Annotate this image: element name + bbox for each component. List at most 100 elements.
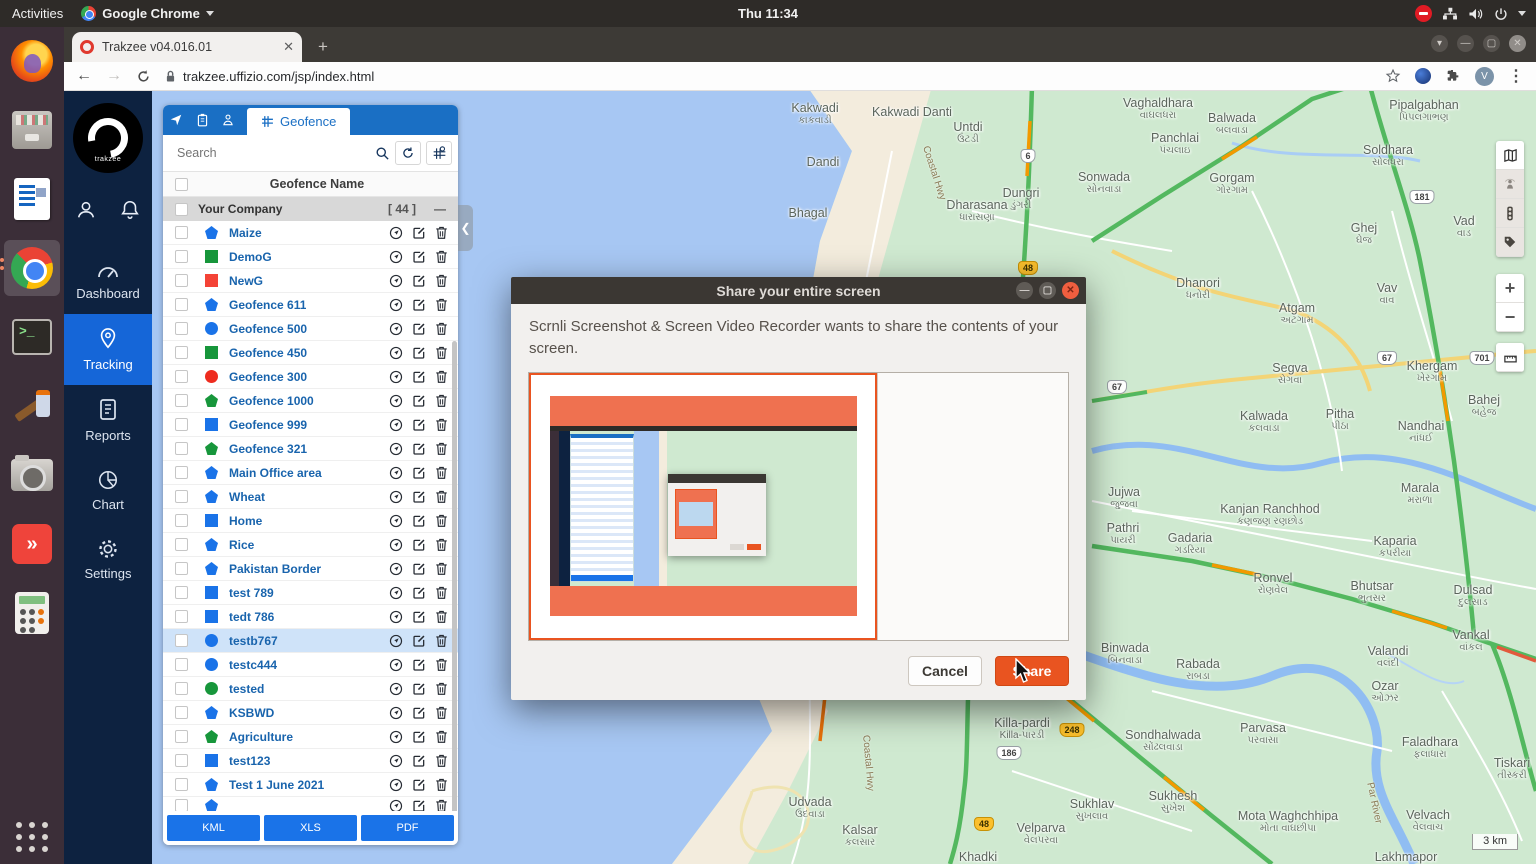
sidebar-item-reports[interactable]: Reports bbox=[64, 385, 152, 456]
delete-icon[interactable] bbox=[435, 799, 448, 812]
bookmark-star-icon[interactable] bbox=[1385, 68, 1401, 84]
extension-icon[interactable] bbox=[1415, 68, 1431, 84]
geofence-row[interactable]: tedt 786 bbox=[163, 605, 458, 629]
edit-icon[interactable] bbox=[412, 682, 426, 696]
dock-screenshot[interactable] bbox=[4, 447, 60, 503]
edit-icon[interactable] bbox=[412, 562, 426, 576]
row-checkbox[interactable] bbox=[175, 799, 188, 811]
delete-icon[interactable] bbox=[435, 586, 448, 600]
geofence-row[interactable]: Wheat bbox=[163, 485, 458, 509]
delete-icon[interactable] bbox=[435, 514, 448, 528]
delete-icon[interactable] bbox=[435, 682, 448, 696]
locate-icon[interactable] bbox=[389, 514, 403, 528]
kml-button[interactable]: KML bbox=[167, 815, 260, 841]
row-checkbox[interactable] bbox=[175, 394, 188, 407]
show-applications-icon[interactable] bbox=[15, 822, 49, 852]
locate-icon[interactable] bbox=[389, 298, 403, 312]
row-checkbox[interactable] bbox=[175, 490, 188, 503]
panel-collapse-handle[interactable]: ❮ bbox=[458, 205, 473, 251]
edit-icon[interactable] bbox=[412, 706, 426, 720]
edit-icon[interactable] bbox=[412, 730, 426, 744]
profile-avatar[interactable]: V bbox=[1475, 66, 1494, 86]
dock-file-manager[interactable] bbox=[4, 102, 60, 158]
row-checkbox[interactable] bbox=[175, 250, 188, 263]
dock-terminal[interactable]: >_ bbox=[4, 309, 60, 365]
row-checkbox[interactable] bbox=[175, 730, 188, 743]
delete-icon[interactable] bbox=[435, 538, 448, 552]
delete-icon[interactable] bbox=[435, 274, 448, 288]
screen-option-selected[interactable] bbox=[529, 372, 877, 640]
row-checkbox[interactable] bbox=[175, 514, 188, 527]
delete-icon[interactable] bbox=[435, 562, 448, 576]
user-icon[interactable] bbox=[75, 199, 97, 221]
edit-icon[interactable] bbox=[412, 610, 426, 624]
refresh-button[interactable] bbox=[395, 141, 421, 165]
dock-anydesk[interactable]: » bbox=[4, 516, 60, 572]
locate-icon[interactable] bbox=[389, 538, 403, 552]
edit-icon[interactable] bbox=[412, 634, 426, 648]
delete-icon[interactable] bbox=[435, 442, 448, 456]
delete-icon[interactable] bbox=[435, 466, 448, 480]
row-checkbox[interactable] bbox=[175, 466, 188, 479]
tab-close-icon[interactable]: ✕ bbox=[283, 39, 294, 55]
geofence-row[interactable]: Test 1 June 2021 bbox=[163, 773, 458, 797]
row-checkbox[interactable] bbox=[175, 538, 188, 551]
delete-icon[interactable] bbox=[435, 322, 448, 336]
row-checkbox[interactable] bbox=[175, 370, 188, 383]
locate-icon[interactable] bbox=[389, 274, 403, 288]
row-checkbox[interactable] bbox=[175, 322, 188, 335]
trakzee-logo[interactable]: trakzee bbox=[73, 103, 143, 173]
delete-icon[interactable] bbox=[435, 778, 448, 792]
window-menu-button[interactable]: ▾ bbox=[1431, 35, 1448, 52]
geofence-row[interactable]: DemoG bbox=[163, 245, 458, 269]
geofence-row[interactable]: Geofence 611 bbox=[163, 293, 458, 317]
dialog-maximize-button[interactable]: ▢ bbox=[1039, 282, 1056, 299]
delete-icon[interactable] bbox=[435, 730, 448, 744]
row-checkbox[interactable] bbox=[175, 586, 188, 599]
clock[interactable]: Thu 11:34 bbox=[738, 6, 798, 21]
locate-icon[interactable] bbox=[389, 250, 403, 264]
geofence-row[interactable]: Rice bbox=[163, 533, 458, 557]
activities-button[interactable]: Activities bbox=[12, 6, 63, 21]
address-bar[interactable]: trakzee.uffizio.com/jsp/index.html bbox=[165, 69, 374, 84]
geofence-row[interactable]: Geofence 450 bbox=[163, 341, 458, 365]
close-button[interactable]: ✕ bbox=[1509, 35, 1526, 52]
row-checkbox[interactable] bbox=[175, 274, 188, 287]
delete-icon[interactable] bbox=[435, 706, 448, 720]
zoom-out-button[interactable]: − bbox=[1496, 303, 1524, 332]
geofence-row[interactable]: Agriculture bbox=[163, 725, 458, 749]
edit-icon[interactable] bbox=[412, 226, 426, 240]
extensions-puzzle-icon[interactable] bbox=[1445, 68, 1461, 84]
locate-icon[interactable] bbox=[389, 754, 403, 768]
edit-icon[interactable] bbox=[412, 442, 426, 456]
browser-tab[interactable]: Trakzee v04.016.01 ✕ bbox=[72, 32, 302, 62]
row-checkbox[interactable] bbox=[175, 346, 188, 359]
delete-icon[interactable] bbox=[435, 634, 448, 648]
row-checkbox[interactable] bbox=[175, 634, 188, 647]
company-group-row[interactable]: Your Company [ 44 ] — bbox=[163, 197, 458, 221]
geofence-row[interactable]: testc444 bbox=[163, 653, 458, 677]
delete-icon[interactable] bbox=[435, 298, 448, 312]
edit-icon[interactable] bbox=[412, 778, 426, 792]
edit-icon[interactable] bbox=[412, 250, 426, 264]
delete-icon[interactable] bbox=[435, 490, 448, 504]
edit-icon[interactable] bbox=[412, 466, 426, 480]
geofence-row[interactable]: KSBWD bbox=[163, 701, 458, 725]
delete-icon[interactable] bbox=[435, 346, 448, 360]
pdf-button[interactable]: PDF bbox=[361, 815, 454, 841]
locate-icon[interactable] bbox=[389, 466, 403, 480]
measure-button[interactable] bbox=[1496, 343, 1524, 372]
browser-menu-icon[interactable]: ⋮ bbox=[1508, 66, 1524, 86]
dock-firefox[interactable] bbox=[4, 33, 60, 89]
geofence-row[interactable]: Geofence 999 bbox=[163, 413, 458, 437]
edit-icon[interactable] bbox=[412, 298, 426, 312]
back-button[interactable]: ← bbox=[76, 67, 92, 85]
locate-icon[interactable] bbox=[389, 418, 403, 432]
edit-icon[interactable] bbox=[412, 538, 426, 552]
delete-icon[interactable] bbox=[435, 394, 448, 408]
bell-icon[interactable] bbox=[119, 199, 141, 221]
locate-icon[interactable] bbox=[389, 490, 403, 504]
locate-icon[interactable] bbox=[389, 586, 403, 600]
tab-geofence[interactable]: Geofence bbox=[247, 108, 351, 135]
geofence-row[interactable]: Geofence 500 bbox=[163, 317, 458, 341]
